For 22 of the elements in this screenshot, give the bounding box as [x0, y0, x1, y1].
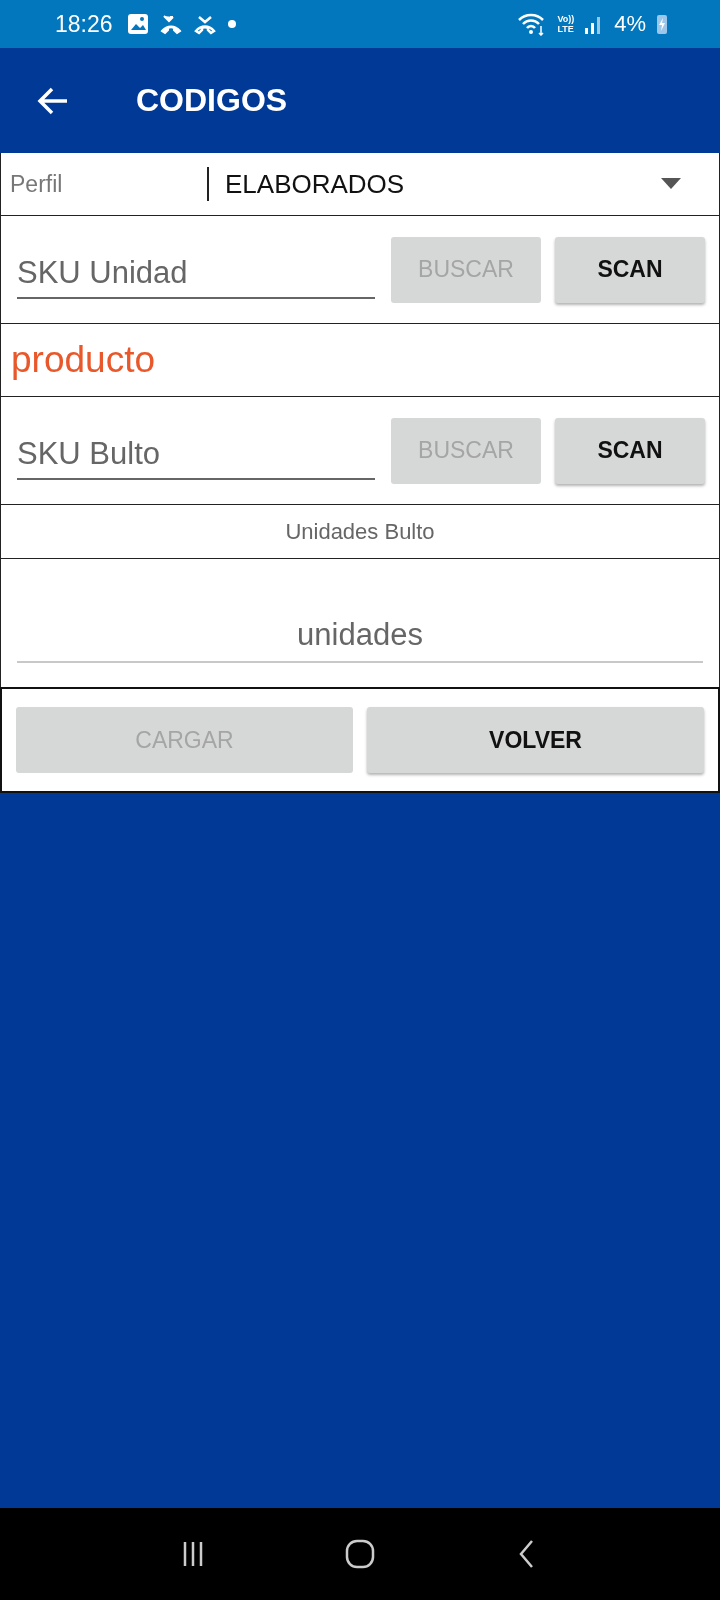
units-input-field[interactable]: unidades [17, 611, 703, 663]
notification-dot-icon [226, 19, 237, 29]
missed-call-icon [158, 13, 183, 35]
network-label: LTE [557, 24, 575, 34]
dropdown-caret-icon[interactable] [661, 178, 681, 190]
return-button[interactable]: VOLVER [367, 707, 704, 773]
gallery-icon [126, 13, 149, 35]
sku-input-field[interactable]: SKU Unidad [17, 246, 375, 299]
home-icon[interactable] [344, 1538, 376, 1570]
network-label: Vo)) [557, 14, 575, 24]
profile-dropdown-value[interactable]: ELABORADOS [209, 168, 661, 200]
units-per-package-label: Unidades Bulto [285, 518, 435, 545]
profile-label: Perfil [1, 167, 209, 201]
clock: 18:26 [55, 10, 113, 38]
battery-percent: 4% [614, 11, 646, 37]
screen-title: CODIGOS [136, 82, 288, 119]
product-label: producto [11, 339, 155, 381]
scan-button[interactable]: SCAN [555, 417, 705, 484]
sku-input-field[interactable]: SKU Bulto [17, 427, 375, 480]
battery-icon [656, 13, 668, 35]
missed-call-icon [192, 13, 217, 35]
scan-button[interactable]: SCAN [555, 236, 705, 303]
